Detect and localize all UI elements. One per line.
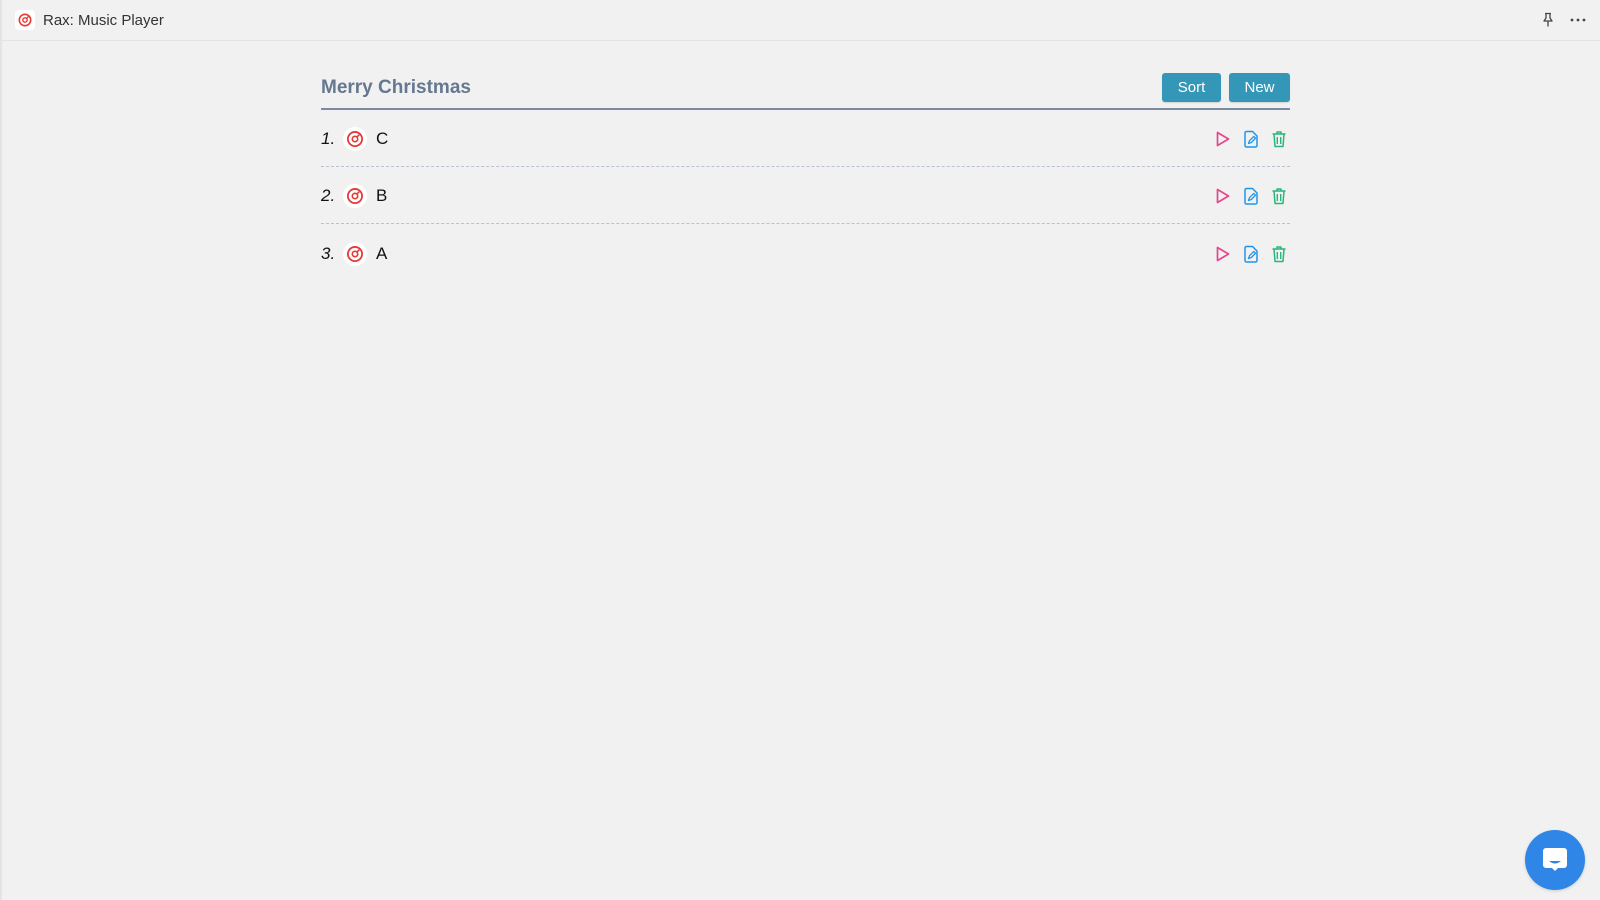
playlist-header: Merry Christmas Sort New bbox=[321, 70, 1290, 110]
song-disc-icon bbox=[343, 184, 367, 208]
song-row[interactable]: 2. B bbox=[321, 167, 1290, 224]
pin-icon bbox=[1543, 12, 1553, 27]
song-number: 3. bbox=[321, 243, 336, 263]
song-disc-icon bbox=[343, 127, 367, 151]
song-disc-icon bbox=[343, 241, 367, 266]
song-name: A bbox=[376, 243, 388, 263]
new-song-button[interactable]: New bbox=[1229, 72, 1290, 102]
vinyl-target-icon bbox=[18, 13, 32, 27]
pin-button[interactable] bbox=[1538, 10, 1558, 30]
edit-icon bbox=[1243, 187, 1258, 205]
app-icon bbox=[15, 10, 35, 30]
window-title: Rax: Music Player bbox=[43, 11, 164, 29]
chat-widget-button[interactable] bbox=[1525, 830, 1585, 890]
song-name: B bbox=[376, 186, 388, 205]
trash-icon bbox=[1272, 245, 1285, 262]
delete-button[interactable] bbox=[1269, 130, 1288, 149]
playlist-panel: Merry Christmas Sort New 1. C 2. B 3. A bbox=[321, 70, 1290, 281]
play-button[interactable] bbox=[1213, 130, 1232, 149]
song-row[interactable]: 1. C bbox=[321, 110, 1290, 167]
play-icon bbox=[1216, 246, 1229, 261]
edit-icon bbox=[1243, 130, 1258, 148]
chat-bubble-icon bbox=[1543, 848, 1567, 871]
more-horizontal-icon bbox=[1570, 18, 1586, 22]
song-list: 1. C 2. B 3. A bbox=[321, 110, 1290, 281]
title-bar: Rax: Music Player bbox=[2, 0, 1600, 41]
play-icon bbox=[1216, 188, 1229, 204]
play-button[interactable] bbox=[1213, 244, 1232, 263]
song-number: 1. bbox=[321, 129, 336, 148]
song-row[interactable]: 3. A bbox=[321, 224, 1290, 281]
trash-icon bbox=[1272, 188, 1285, 205]
sort-button[interactable]: Sort bbox=[1162, 72, 1221, 102]
more-options-button[interactable] bbox=[1568, 10, 1588, 30]
play-icon bbox=[1216, 131, 1229, 147]
delete-button[interactable] bbox=[1269, 187, 1288, 206]
trash-icon bbox=[1272, 131, 1285, 148]
song-number: 2. bbox=[321, 186, 336, 205]
play-button[interactable] bbox=[1213, 187, 1232, 206]
playlist-title: Merry Christmas bbox=[321, 77, 471, 98]
edit-button[interactable] bbox=[1241, 130, 1260, 149]
edit-icon bbox=[1243, 245, 1258, 263]
song-name: C bbox=[376, 129, 389, 148]
edit-button[interactable] bbox=[1241, 244, 1260, 263]
delete-button[interactable] bbox=[1269, 244, 1288, 263]
edit-button[interactable] bbox=[1241, 187, 1260, 206]
